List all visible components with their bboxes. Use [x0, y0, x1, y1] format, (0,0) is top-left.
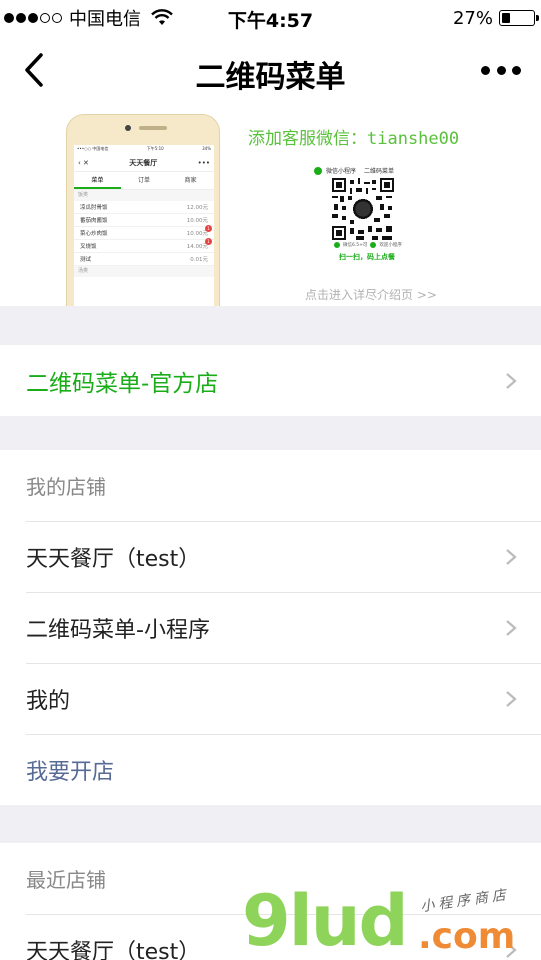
phone-screen: •••○○ 中国电信 下午5:10 34% ‹ ✕ 天天餐厅 ••• 菜单 订单… [74, 145, 214, 306]
phone-count-badge: 1 [205, 225, 212, 232]
official-store-label: 二维码菜单-官方店 [26, 370, 219, 397]
check-icon [334, 242, 340, 248]
more-button[interactable] [477, 50, 525, 90]
shop-list-item[interactable]: 二维码菜单-小程序 [0, 592, 541, 663]
official-store-item[interactable]: 二维码菜单-官方店 [0, 345, 541, 416]
battery-percent: 27% [452, 7, 493, 29]
recent-shops-group: 最近店铺 天天餐厅（test） [0, 843, 541, 960]
phone-more-icon: ••• [197, 158, 210, 167]
shop-list-item[interactable]: 天天餐厅（test） [0, 521, 541, 592]
shop-name: 天天餐厅（test） [26, 939, 201, 960]
status-bar: 中国电信 下午4:57 27% [0, 0, 541, 36]
recent-shops-header: 最近店铺 [26, 868, 106, 892]
phone-category: 饭类 [74, 190, 214, 201]
check-icon [370, 242, 377, 248]
nav-bar: 二维码菜单 [0, 36, 541, 106]
open-shop-link[interactable]: 我要开店 [0, 734, 541, 805]
qr-cta-text: 扫一扫，码上点餐 [339, 253, 395, 261]
qr-header: 微信小程序 二维码菜单 [314, 166, 424, 175]
phone-tab: 订单 [138, 177, 151, 184]
chevron-right-icon [506, 942, 517, 958]
recent-shop-item[interactable]: 天天餐厅（test） [0, 914, 541, 960]
phone-tab: 商家 [184, 177, 197, 184]
promo-banner[interactable]: •••○○ 中国电信 下午5:10 34% ‹ ✕ 天天餐厅 ••• 菜单 订单… [0, 106, 541, 306]
chevron-right-icon [506, 620, 517, 636]
phone-back-icon: ‹ ✕ [78, 158, 89, 167]
phone-mockup-image: •••○○ 中国电信 下午5:10 34% ‹ ✕ 天天餐厅 ••• 菜单 订单… [66, 114, 220, 306]
phone-category: 汤类 [74, 266, 214, 277]
shop-name: 二维码菜单-小程序 [26, 617, 210, 643]
details-link[interactable]: 点击进入详尽介绍页 >> [305, 286, 437, 303]
add-wechat-text: 添加客服微信：tianshe00 [248, 129, 460, 149]
chevron-right-icon [506, 373, 517, 389]
chevron-right-icon [506, 549, 517, 565]
phone-count-badge: 1 [205, 238, 212, 245]
back-button[interactable] [14, 50, 54, 90]
phone-menu-item: 凉瓜肘骨饭 12.00元 [74, 201, 214, 214]
qr-meta: 微信6.5+可 欢迎小程序 [334, 242, 402, 248]
shop-name: 天天餐厅（test） [26, 546, 201, 572]
page-title: 二维码菜单 [195, 60, 346, 95]
my-shops-header: 我的店铺 [26, 475, 106, 499]
phone-menu-item: 番茄肉酱饭 10.00元 [74, 214, 214, 227]
mini-program-icon [314, 166, 322, 175]
phone-menu-item: 叉烧饭 14.00元 1 [74, 238, 214, 253]
qr-code-image [332, 178, 394, 240]
more-dots-icon [481, 65, 490, 75]
shop-list-item[interactable]: 我的 [0, 663, 541, 734]
my-shops-group: 我的店铺 天天餐厅（test） 二维码菜单-小程序 我的 我要开店 [0, 450, 541, 805]
phone-tab: 菜单 [74, 172, 121, 189]
phone-menu-item: 菜心炒肉饭 10.00元 1 [74, 225, 214, 240]
battery-icon [499, 10, 539, 26]
shop-name: 我的 [26, 688, 71, 714]
official-store-group: 二维码菜单-官方店 [0, 345, 541, 416]
status-right: 27% [452, 6, 539, 30]
phone-menu-item: 测试 0.01元 [74, 253, 214, 266]
chevron-right-icon [506, 691, 517, 707]
phone-title: 天天餐厅 [129, 158, 158, 167]
chevron-left-icon [25, 53, 43, 87]
qr-card: 微信小程序 二维码菜单 微信6.5+可 欢迎小程序 扫一扫，码上点餐 [308, 164, 426, 268]
